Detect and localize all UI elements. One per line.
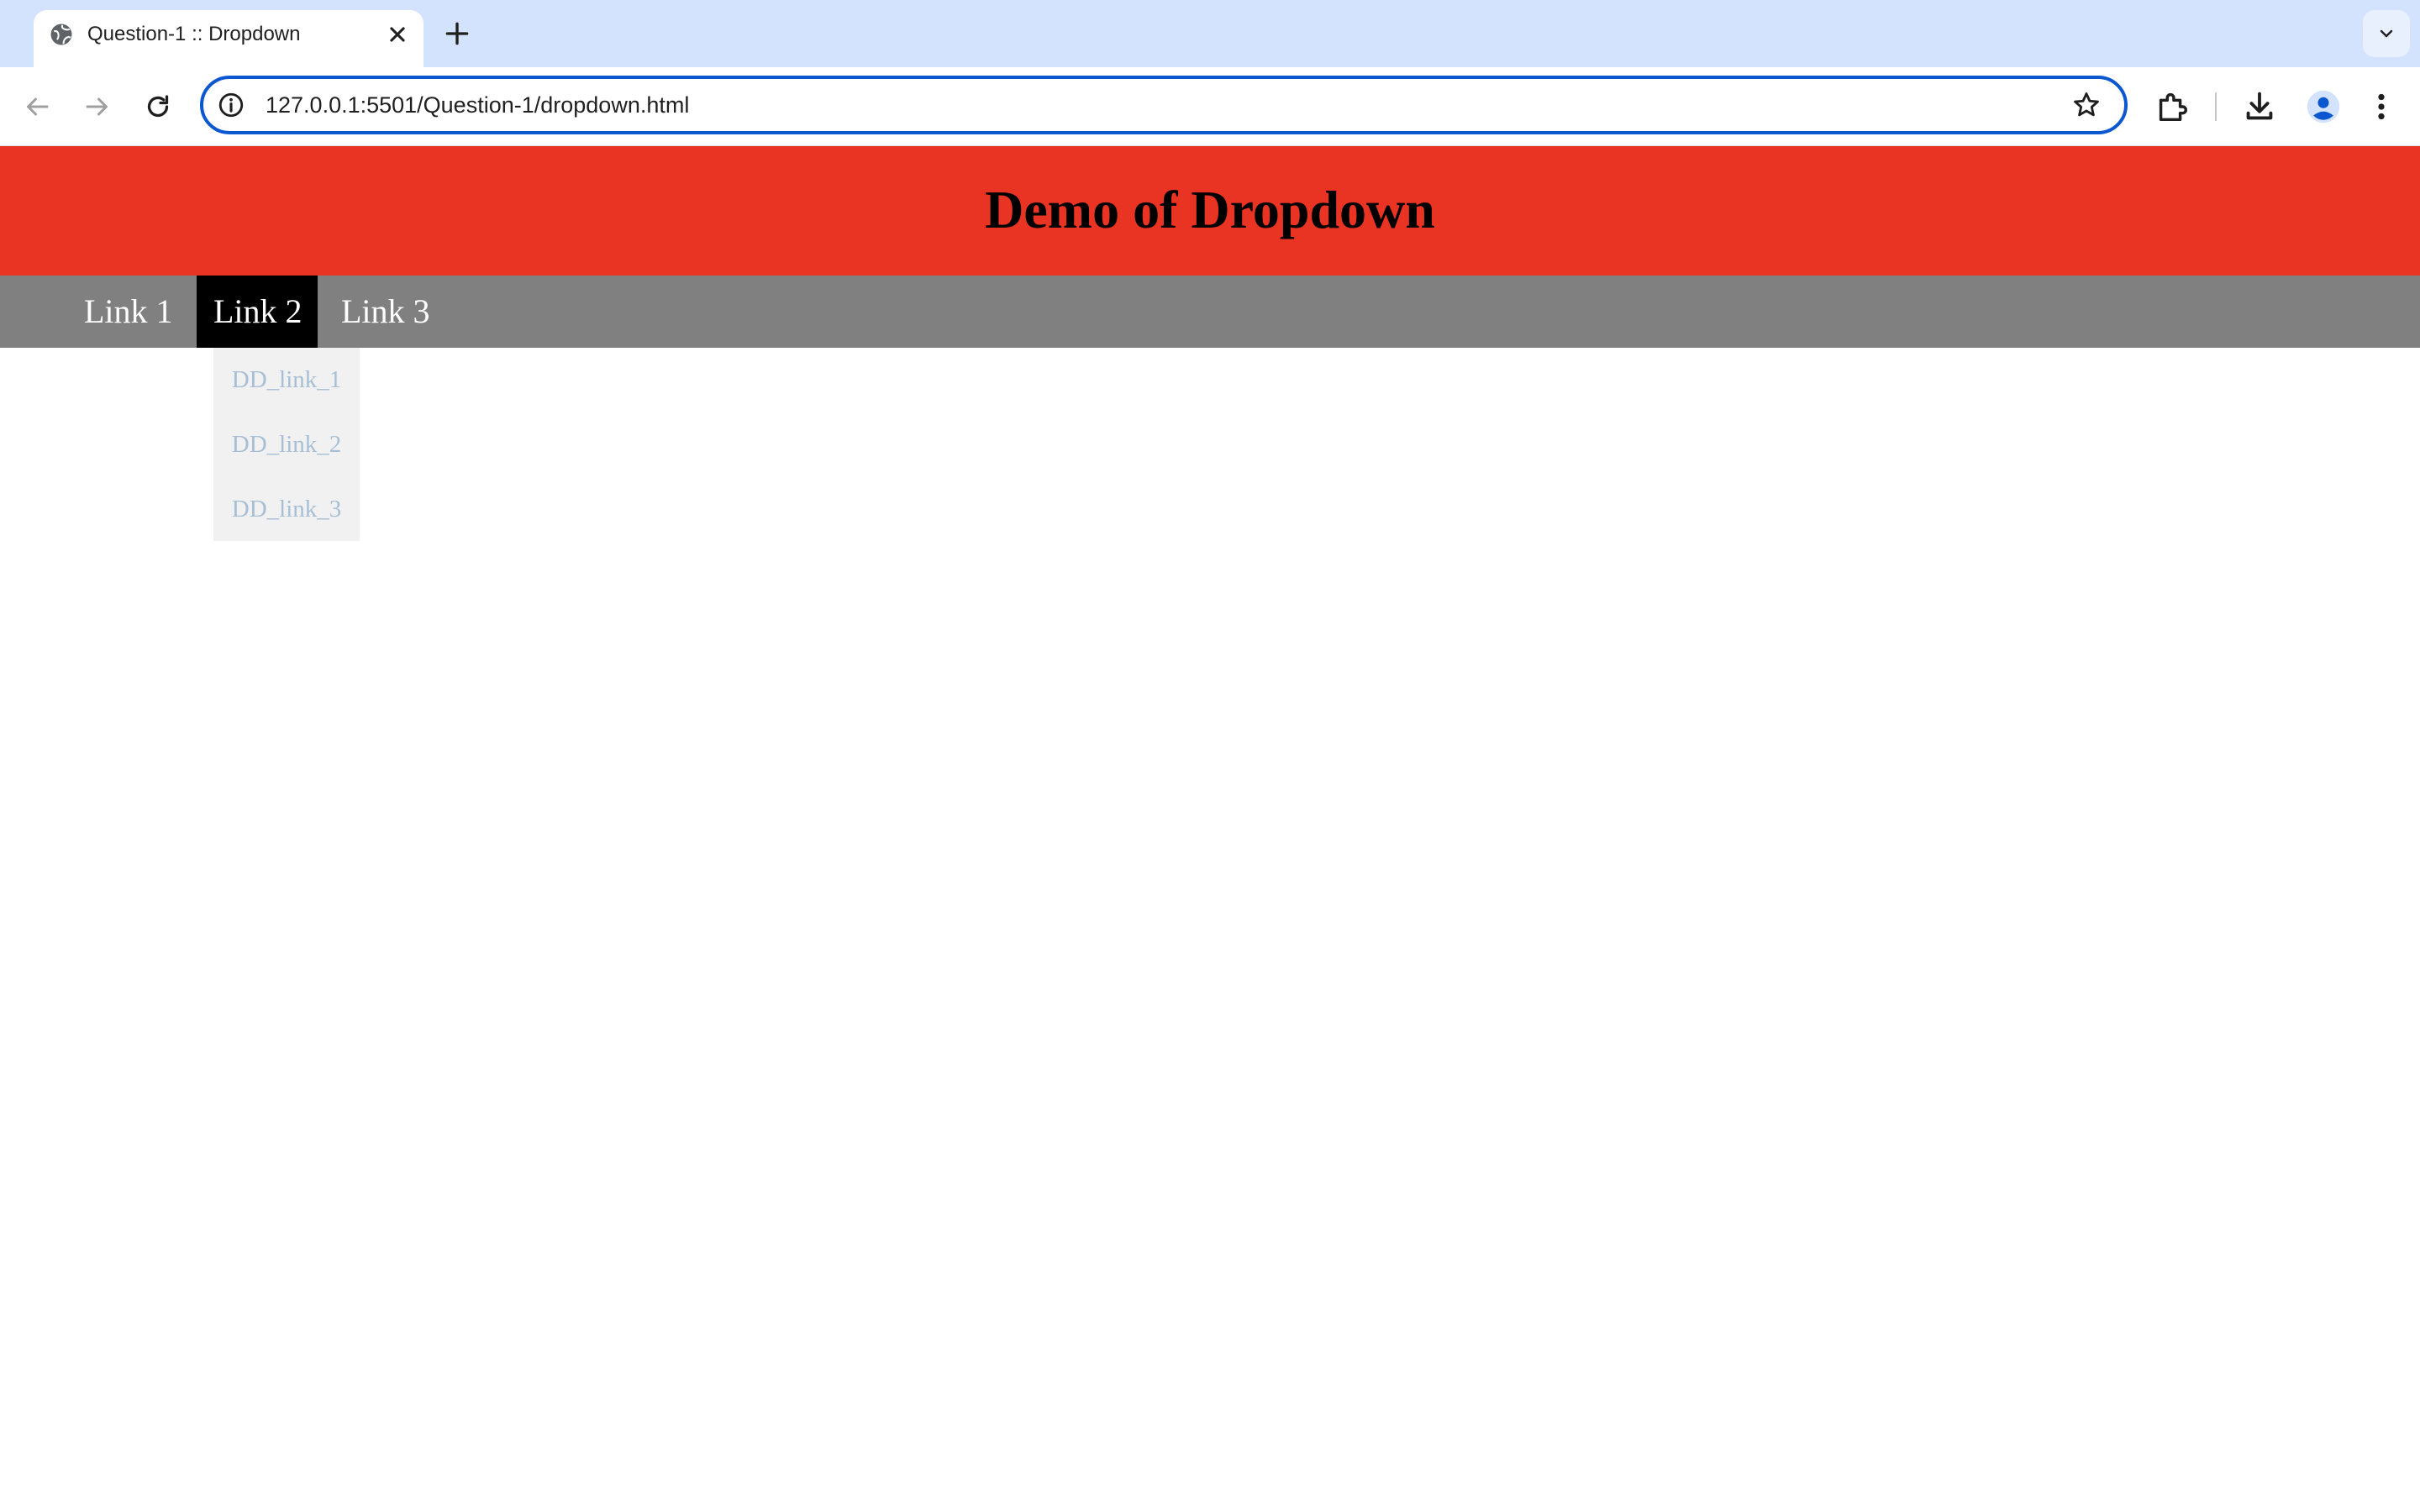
profile-avatar-icon[interactable] <box>2304 87 2343 126</box>
dropdown-item-2[interactable]: DD_link_2 <box>213 412 360 476</box>
tab-search-chevron-down-icon[interactable] <box>2363 10 2410 57</box>
web-page: Demo of Dropdown Link 1 Link 2 Link 3 DD… <box>0 146 2420 1512</box>
nav-link-2[interactable]: Link 2 <box>197 276 318 348</box>
url-input[interactable] <box>266 87 1946 123</box>
page-header: Demo of Dropdown <box>0 146 2420 276</box>
browser-tab[interactable]: Question-1 :: Dropdown <box>34 10 424 67</box>
dropdown-item-1[interactable]: DD_link_1 <box>213 348 360 412</box>
browser-tab-strip: Question-1 :: Dropdown <box>0 0 2420 67</box>
download-icon[interactable] <box>2240 87 2279 126</box>
bookmark-star-icon[interactable] <box>2070 89 2102 121</box>
extensions-puzzle-icon[interactable] <box>2153 87 2191 126</box>
forward-arrow-icon[interactable] <box>79 88 116 125</box>
site-info-icon[interactable] <box>217 91 245 119</box>
dropdown-menu: DD_link_1 DD_link_2 DD_link_3 <box>213 348 360 541</box>
browser-toolbar <box>0 67 2420 146</box>
navbar: Link 1 Link 2 Link 3 <box>0 276 2420 348</box>
address-bar[interactable] <box>200 76 2128 134</box>
new-tab-plus-icon[interactable] <box>440 17 474 50</box>
page-title: Demo of Dropdown <box>985 180 1435 239</box>
tab-title: Question-1 :: Dropdown <box>87 23 301 45</box>
back-arrow-icon[interactable] <box>18 88 55 125</box>
close-icon[interactable] <box>383 20 412 49</box>
kebab-menu-icon[interactable] <box>2368 87 2395 126</box>
globe-icon <box>49 22 74 47</box>
dropdown-item-3[interactable]: DD_link_3 <box>213 477 360 541</box>
reload-icon[interactable] <box>139 88 176 125</box>
toolbar-divider <box>2215 92 2217 121</box>
nav-link-3[interactable]: Link 3 <box>324 276 447 348</box>
nav-link-1[interactable]: Link 1 <box>67 276 190 348</box>
